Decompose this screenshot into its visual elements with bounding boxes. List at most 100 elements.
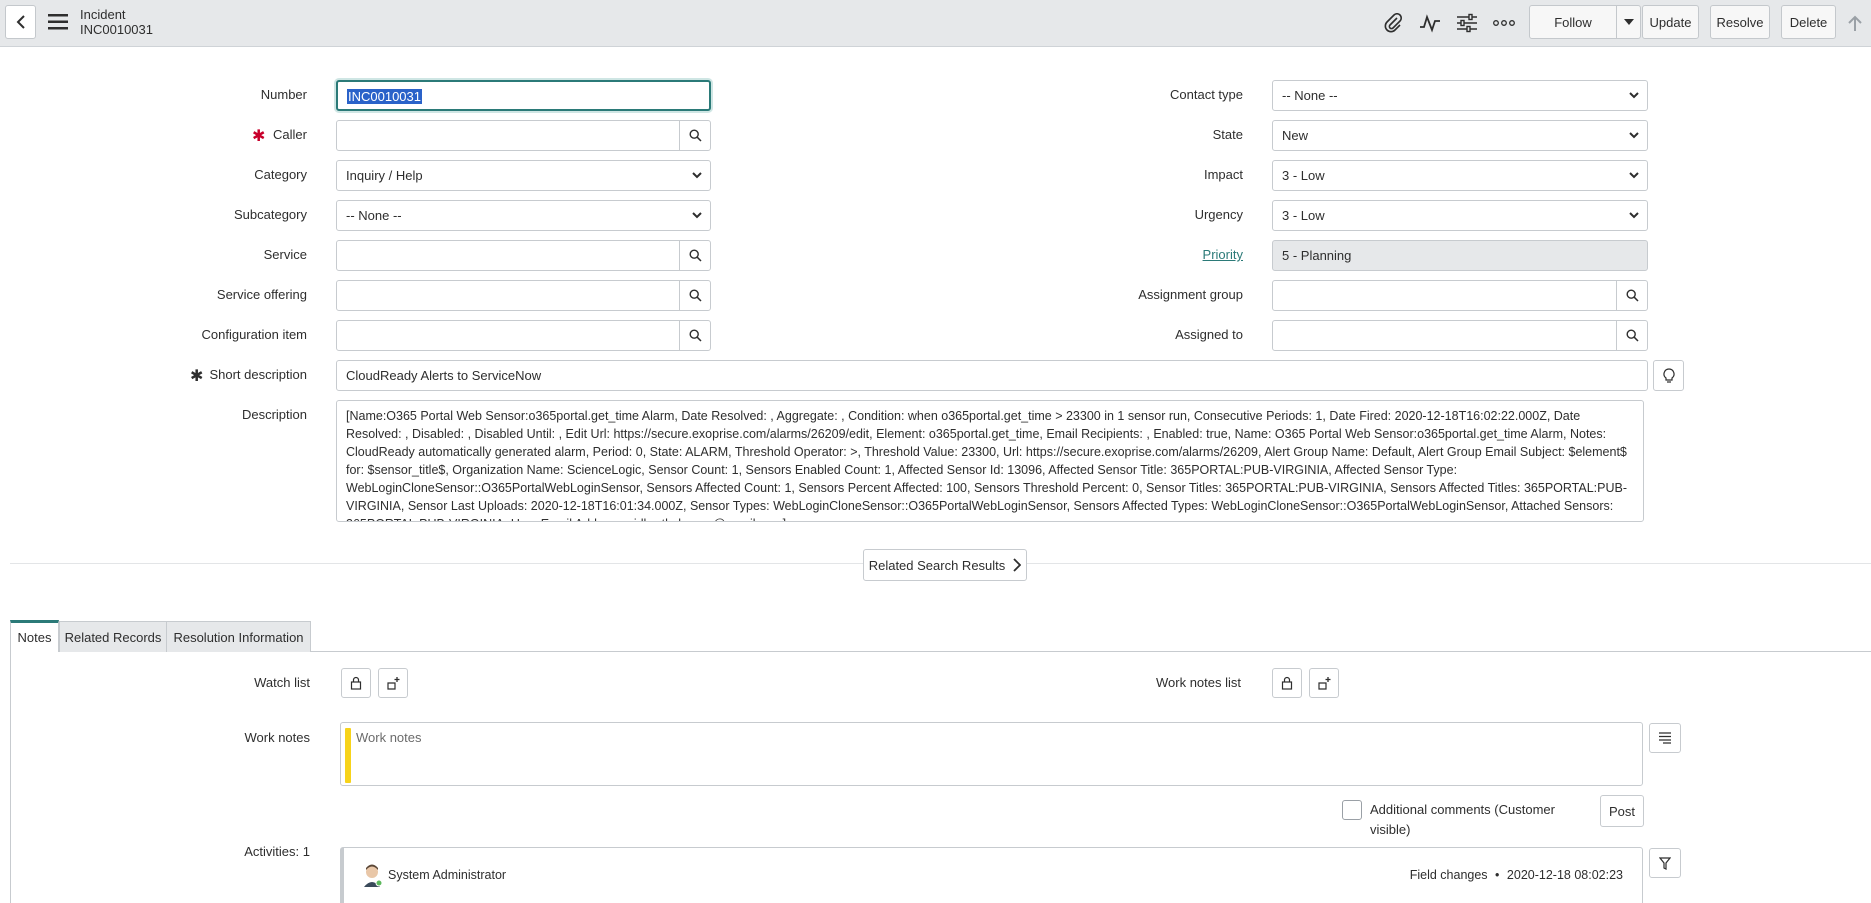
number-label: Number xyxy=(260,87,307,102)
add-user-icon xyxy=(387,677,400,690)
chevron-down-icon xyxy=(1629,172,1639,179)
number-value: INC0010031 xyxy=(347,89,422,104)
assigned-to-lookup-button[interactable] xyxy=(1616,320,1648,351)
configuration-item-lookup-button[interactable] xyxy=(679,320,711,351)
activity-timestamp: 2020-12-18 08:02:23 xyxy=(1506,868,1623,882)
menu-icon[interactable] xyxy=(47,13,69,31)
watch-list-label: Watch list xyxy=(254,675,310,690)
service-lookup-button[interactable] xyxy=(679,240,711,271)
related-search-results-button[interactable]: Related Search Results xyxy=(863,549,1027,581)
additional-comments-label: Additional comments (Customer visible) xyxy=(1370,802,1555,837)
more-icon[interactable] xyxy=(1491,10,1517,36)
update-button[interactable]: Update xyxy=(1642,5,1699,39)
activity-filter-button[interactable] xyxy=(1649,848,1681,878)
service-offering-lookup-button[interactable] xyxy=(679,280,711,311)
activity-icon[interactable] xyxy=(1417,10,1443,36)
resolve-button[interactable]: Resolve xyxy=(1710,5,1770,39)
settings-sliders-icon[interactable] xyxy=(1454,10,1480,36)
state-label: State xyxy=(1212,127,1243,142)
additional-comments-checkbox[interactable] xyxy=(1342,800,1362,820)
work-notes-list-unlock-button[interactable] xyxy=(1272,668,1302,698)
caller-label: Caller xyxy=(273,127,307,142)
activity-user: System Administrator xyxy=(388,868,507,882)
suggestion-button[interactable] xyxy=(1653,360,1684,391)
avatar xyxy=(362,863,383,887)
impact-label: Impact xyxy=(1203,167,1243,182)
chevron-down-icon xyxy=(1629,212,1639,219)
search-icon xyxy=(1625,289,1639,302)
assignment-group-label: Assignment group xyxy=(1138,287,1243,302)
watch-list-unlock-button[interactable] xyxy=(341,668,371,698)
work-notes-list-add-me-button[interactable] xyxy=(1309,668,1339,698)
lock-icon xyxy=(1281,676,1293,690)
caller-field[interactable] xyxy=(336,120,680,151)
category-value: Inquiry / Help xyxy=(346,168,423,183)
search-icon xyxy=(688,249,702,262)
assignment-group-field[interactable] xyxy=(1272,280,1617,311)
follow-dropdown-button[interactable] xyxy=(1616,5,1641,39)
priority-label[interactable]: Priority xyxy=(1100,245,1243,265)
follow-button[interactable]: Follow xyxy=(1529,5,1617,39)
assigned-to-label: Assigned to xyxy=(1175,327,1243,342)
service-label: Service xyxy=(263,247,307,262)
tab-notes[interactable]: Notes xyxy=(10,620,59,652)
contact-type-select[interactable]: -- None -- xyxy=(1272,80,1648,111)
delete-button[interactable]: Delete xyxy=(1781,5,1836,39)
number-field[interactable]: INC0010031 xyxy=(336,80,711,111)
back-icon xyxy=(16,15,25,29)
paperclip-icon[interactable] xyxy=(1380,10,1406,36)
work-notes-list-label: Work notes list xyxy=(1155,675,1241,690)
tab-resolution-information[interactable]: Resolution Information xyxy=(166,621,311,652)
chevron-down-icon xyxy=(1629,132,1639,139)
caller-lookup-button[interactable] xyxy=(679,120,711,151)
urgency-select[interactable]: 3 - Low xyxy=(1272,200,1648,231)
search-icon xyxy=(688,289,702,302)
work-notes-placeholder: Work notes xyxy=(356,730,422,745)
configuration-item-label: Configuration item xyxy=(201,327,308,342)
lock-icon xyxy=(350,676,362,690)
chevron-right-icon xyxy=(1013,558,1022,572)
work-notes-format-button[interactable] xyxy=(1649,723,1681,753)
assigned-to-field[interactable] xyxy=(1272,320,1617,351)
activity-type: Field changes xyxy=(1409,868,1488,882)
short-description-label: Short description xyxy=(209,367,307,382)
state-select[interactable]: New xyxy=(1272,120,1648,151)
filter-icon xyxy=(1659,856,1671,870)
activity-separator: • xyxy=(1495,868,1500,882)
urgency-value: 3 - Low xyxy=(1282,208,1325,223)
configuration-item-field[interactable] xyxy=(336,320,680,351)
category-label: Category xyxy=(254,167,307,182)
scroll-up-icon[interactable] xyxy=(1842,10,1868,36)
record-table-name: Incident xyxy=(80,7,126,22)
service-offering-label: Service offering xyxy=(216,287,307,302)
related-search-results-label: Related Search Results xyxy=(868,557,1006,573)
subcategory-select[interactable]: -- None -- xyxy=(336,200,711,231)
short-description-field[interactable]: CloudReady Alerts to ServiceNow xyxy=(336,360,1648,391)
description-textarea[interactable]: [Name:O365 Portal Web Sensor:o365portal.… xyxy=(336,400,1644,522)
category-select[interactable]: Inquiry / Help xyxy=(336,160,711,191)
service-offering-field[interactable] xyxy=(336,280,680,311)
contact-type-label: Contact type xyxy=(1170,87,1243,102)
notes-panel-border xyxy=(10,651,11,903)
state-value: New xyxy=(1282,128,1309,143)
search-icon xyxy=(688,129,702,142)
chevron-down-icon xyxy=(692,212,702,219)
impact-select[interactable]: 3 - Low xyxy=(1272,160,1648,191)
service-field[interactable] xyxy=(336,240,680,271)
impact-value: 3 - Low xyxy=(1282,168,1325,183)
activities-label: Activities: 1 xyxy=(244,844,310,859)
back-button[interactable] xyxy=(5,5,36,39)
priority-field: 5 - Planning xyxy=(1272,240,1648,271)
urgency-label: Urgency xyxy=(1194,207,1243,222)
assignment-group-lookup-button[interactable] xyxy=(1616,280,1648,311)
record-number: INC0010031 xyxy=(80,22,153,37)
search-icon xyxy=(688,329,702,342)
watch-list-add-me-button[interactable] xyxy=(378,668,408,698)
tab-related-records[interactable]: Related Records xyxy=(59,621,167,652)
work-notes-textarea[interactable]: Work notes xyxy=(340,722,1643,786)
contact-type-value: -- None -- xyxy=(1282,88,1338,103)
priority-link[interactable]: Priority xyxy=(1203,247,1243,262)
add-user-icon xyxy=(1318,677,1331,690)
post-button[interactable]: Post xyxy=(1600,795,1644,827)
subcategory-value: -- None -- xyxy=(346,208,402,223)
